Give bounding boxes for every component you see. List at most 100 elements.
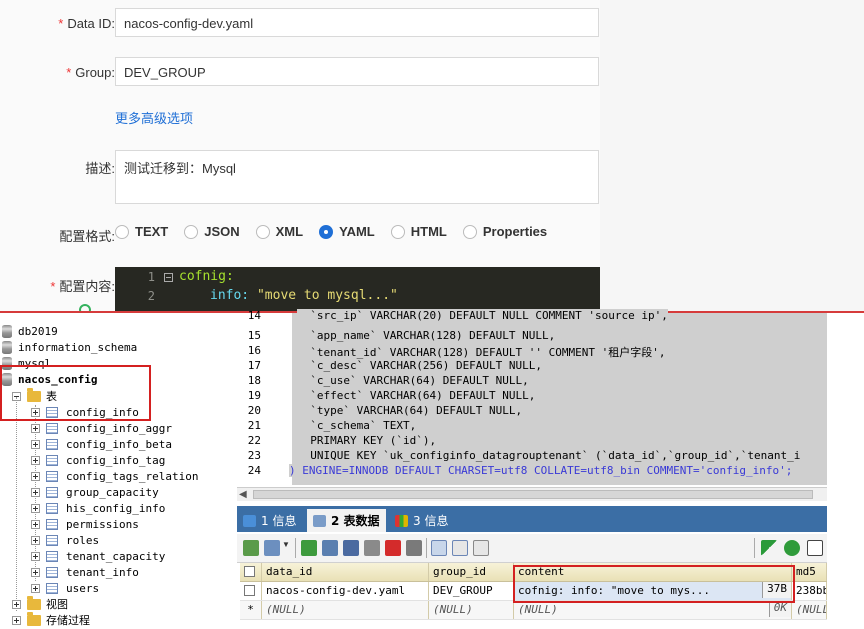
radio-circle-icon <box>390 224 405 239</box>
right-margin <box>827 313 864 629</box>
desc-textarea[interactable]: 测试迁移到：Mysql <box>115 150 599 204</box>
cell-size-badge: 0K <box>768 601 791 617</box>
yaml-value: "move to mysql..." <box>249 288 398 303</box>
sql-line: 19 `effect` VARCHAR(64) DEFAULT NULL, <box>247 389 536 402</box>
radio-circle-icon <box>184 224 199 239</box>
expand-icon <box>31 503 40 513</box>
database-icon <box>2 324 12 338</box>
format-radio-html[interactable]: HTML <box>390 224 447 239</box>
tree-table-config-info-aggr[interactable]: config_info_aggr <box>31 420 172 436</box>
cell-md5[interactable]: (NULL <box>792 601 827 619</box>
tree-table-config-tags-relation[interactable]: config_tags_relation <box>31 468 198 484</box>
tree-db-db2019[interactable]: db2019 <box>2 323 58 339</box>
text-view-icon[interactable] <box>473 540 489 556</box>
format-label: 配置格式: <box>59 229 115 244</box>
table-row-new[interactable]: * (NULL) (NULL) (NULL) 0K (NULL <box>240 601 827 620</box>
scroll-thumb[interactable] <box>253 490 813 499</box>
dropdown-arrow-icon[interactable]: ▼ <box>282 540 290 556</box>
tree-db-information-schema[interactable]: information_schema <box>2 339 137 355</box>
delete-icon[interactable] <box>385 540 401 556</box>
refresh-icon[interactable] <box>784 540 800 556</box>
editor-line: 1 cofnig: <box>147 269 234 284</box>
expand-icon <box>12 615 21 625</box>
grid-view-icon[interactable] <box>431 540 447 556</box>
expand-icon <box>12 599 21 609</box>
tree-table-tenant-info[interactable]: tenant_info <box>31 564 139 580</box>
tree-folder-views[interactable]: 视图 <box>12 595 68 612</box>
expand-icon <box>31 439 40 449</box>
table-icon <box>313 514 326 527</box>
tree-table-tenant-capacity[interactable]: tenant_capacity <box>31 548 165 564</box>
save-icon[interactable] <box>343 540 359 556</box>
data-id-input[interactable]: nacos-config-dev.yaml <box>115 8 599 37</box>
column-header-data-id[interactable]: data_id <box>262 563 429 581</box>
radio-selected-icon <box>319 224 334 239</box>
cell-data-id[interactable]: (NULL) <box>262 601 429 619</box>
tab-info-3[interactable]: 3 信息 <box>395 509 448 532</box>
sql-line: 24) ENGINE=INNODB DEFAULT CHARSET=utf8 C… <box>247 464 793 477</box>
select-all-cell[interactable] <box>240 563 262 581</box>
config-content-editor[interactable]: 1 cofnig: 2 info: "move to mysql..." <box>115 267 600 312</box>
expand-icon <box>31 551 40 561</box>
tree-table-config-info-tag[interactable]: config_info_tag <box>31 452 165 468</box>
data-id-label: * Data ID: <box>58 16 115 31</box>
tree-table-config-info-beta[interactable]: config_info_beta <box>31 436 172 452</box>
folder-icon <box>27 595 41 610</box>
format-radio-json[interactable]: JSON <box>184 224 240 239</box>
sql-line: 18 `c_use` VARCHAR(64) DEFAULT NULL, <box>247 374 529 387</box>
format-radio-xml[interactable]: XML <box>255 224 303 239</box>
filter-icon[interactable] <box>761 540 777 556</box>
cell-group-id[interactable]: DEV_GROUP <box>429 582 514 600</box>
tree-table-his-config-info[interactable]: his_config_info <box>31 500 165 516</box>
tree-table-permissions[interactable]: permissions <box>31 516 139 532</box>
row-select-cell[interactable] <box>240 582 262 600</box>
horizontal-scrollbar[interactable]: ◀ <box>237 487 827 501</box>
tree-folder-procedures[interactable]: 存储过程 <box>12 611 90 628</box>
tree-table-roles[interactable]: roles <box>31 532 99 548</box>
content-label: * 配置内容: <box>50 279 115 294</box>
expand-icon <box>31 487 40 497</box>
cell-data-id[interactable]: nacos-config-dev.yaml <box>262 582 429 600</box>
sql-editor[interactable]: 14 `src_ip` VARCHAR(20) DEFAULT NULL COM… <box>237 309 827 487</box>
advanced-options-link[interactable]: 更多高级选项 <box>115 108 193 127</box>
tab-table-data[interactable]: 2 表数据 <box>307 509 386 532</box>
cancel-icon[interactable] <box>406 540 422 556</box>
data-id-row: * Data ID: <box>0 8 115 38</box>
duplicate-row-icon[interactable] <box>322 540 338 556</box>
group-label: * Group: <box>66 65 115 80</box>
table-icon <box>46 502 58 514</box>
info-multicolor-icon <box>395 514 408 527</box>
scroll-left-icon[interactable]: ◀ <box>239 489 247 500</box>
import-icon[interactable] <box>264 540 280 556</box>
form-view-icon[interactable] <box>452 540 468 556</box>
group-input[interactable]: DEV_GROUP <box>115 57 599 86</box>
format-radio-text[interactable]: TEXT <box>115 224 168 239</box>
checkbox-icon[interactable] <box>807 540 823 556</box>
expand-icon <box>31 471 40 481</box>
format-radio-properties[interactable]: Properties <box>462 224 547 239</box>
group-row: * Group: <box>0 57 115 87</box>
expand-icon <box>31 519 40 529</box>
cell-md5[interactable]: 238bb <box>792 582 827 600</box>
table-icon <box>46 518 58 530</box>
table-icon <box>46 550 58 562</box>
tree-table-users[interactable]: users <box>31 580 99 596</box>
cell-content[interactable]: (NULL) 0K <box>514 601 792 619</box>
new-row-marker: * <box>240 601 262 619</box>
radio-circle-icon <box>462 224 477 239</box>
column-header-md5[interactable]: md5 <box>792 563 827 581</box>
add-row-icon[interactable] <box>301 540 317 556</box>
tab-info-1[interactable]: 1 信息 <box>243 509 296 532</box>
expand-icon <box>31 455 40 465</box>
fold-collapse-icon[interactable] <box>164 273 173 282</box>
export-grid-icon[interactable] <box>243 540 259 556</box>
expand-icon <box>31 535 40 545</box>
grid-toolbar: ▼ <box>237 534 827 563</box>
format-radio-yaml[interactable]: YAML <box>319 224 375 239</box>
editor-line: 2 info: "move to mysql..." <box>147 288 398 303</box>
column-header-group-id[interactable]: group_id <box>429 563 514 581</box>
tree-table-group-capacity[interactable]: group_capacity <box>31 484 159 500</box>
cell-group-id[interactable]: (NULL) <box>429 601 514 619</box>
edit-icon[interactable] <box>364 540 380 556</box>
expand-icon <box>31 567 40 577</box>
